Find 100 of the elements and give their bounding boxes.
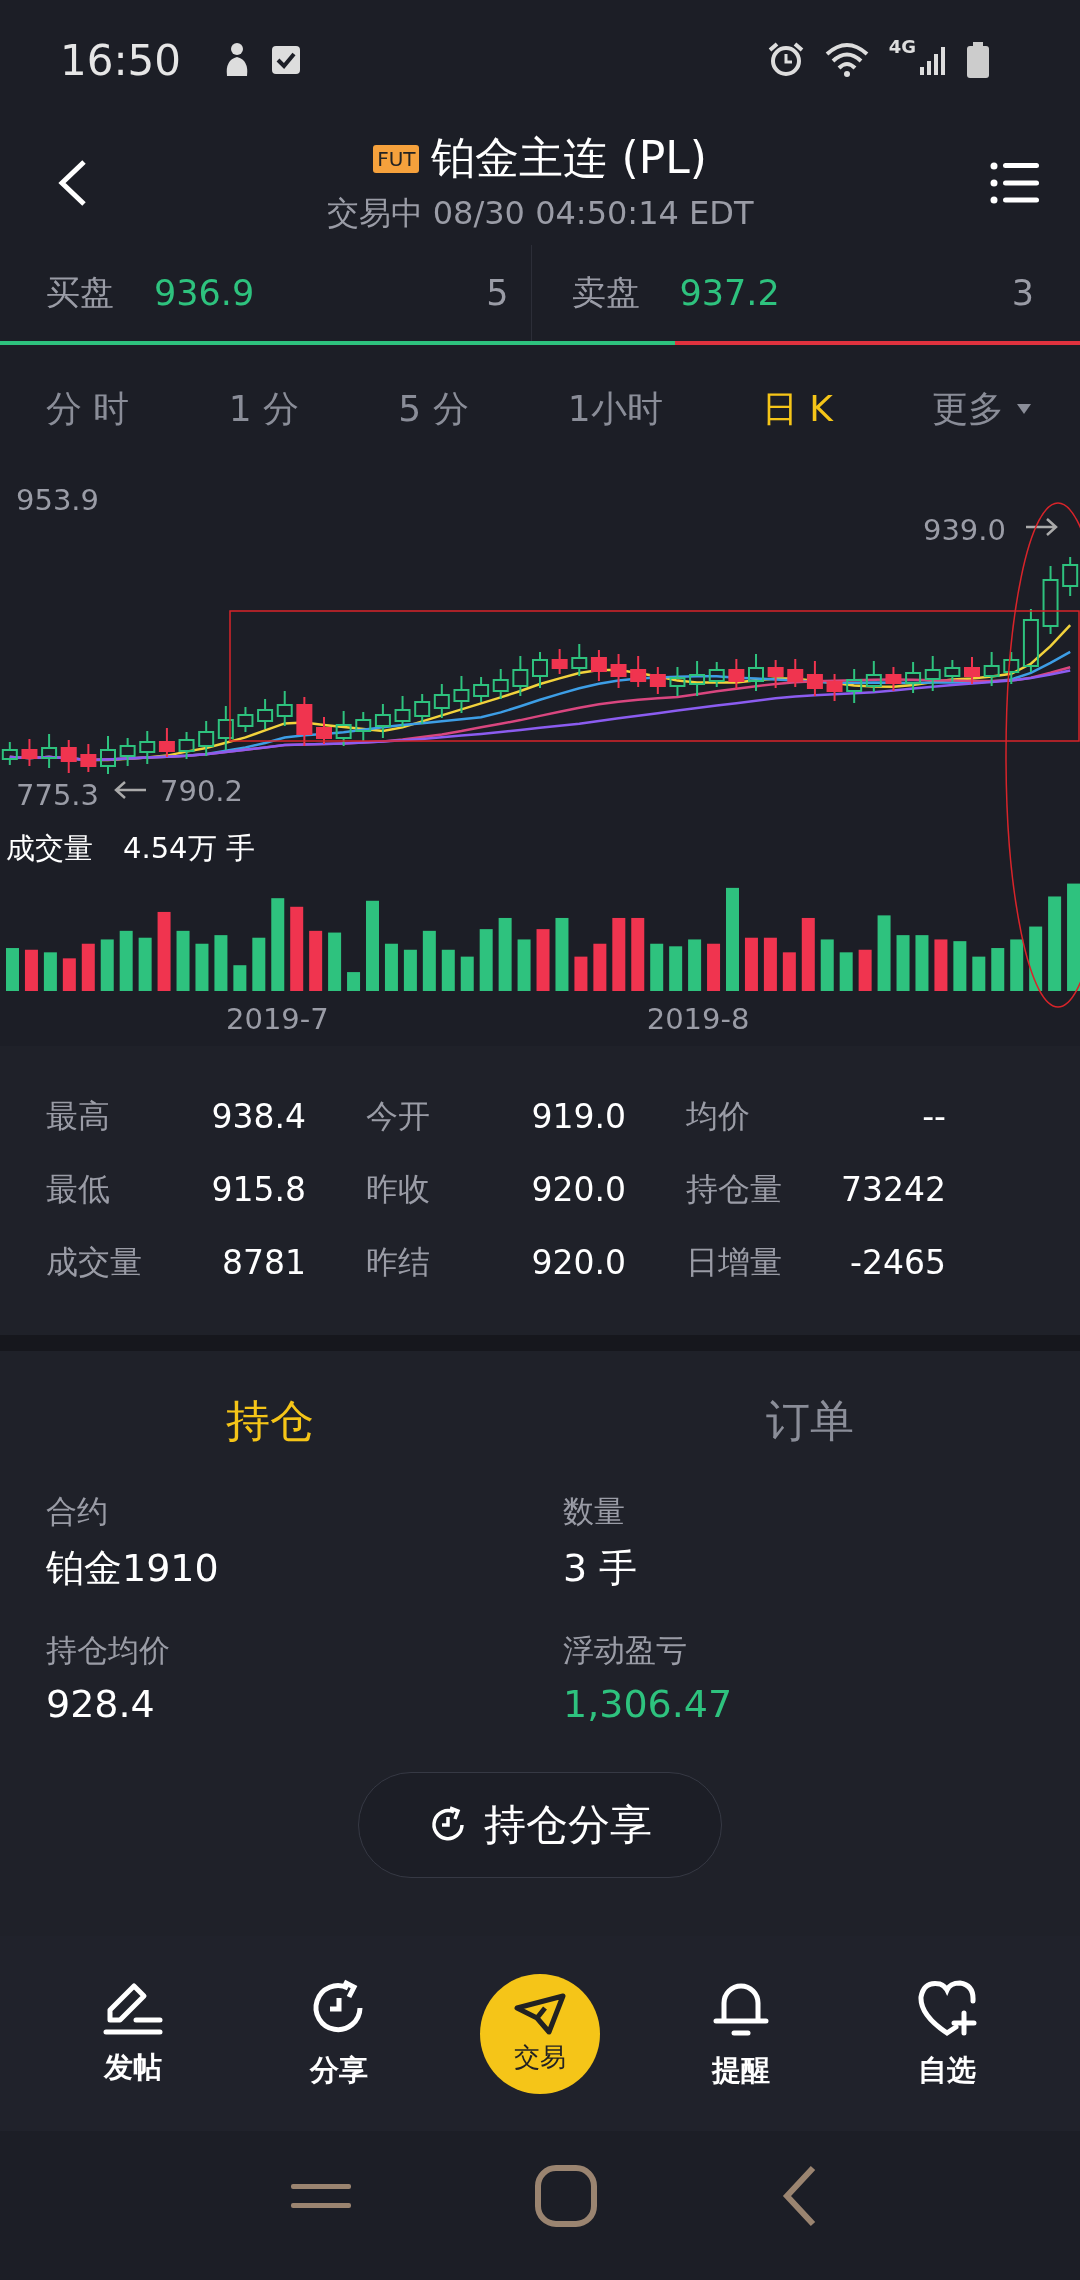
position-tab[interactable]: 订单 <box>540 1351 1080 1491</box>
candle <box>708 661 725 688</box>
period-tab[interactable]: 5 分 <box>380 376 487 442</box>
candle <box>748 653 764 692</box>
quote-label: 买盘 <box>46 271 114 314</box>
arrow-left-icon <box>114 780 146 800</box>
stat-value: 915.8 <box>211 1170 306 1209</box>
checkbox-icon <box>271 44 302 76</box>
volume-bar <box>1029 926 1043 991</box>
volume-bar <box>1010 939 1024 991</box>
candle <box>394 695 411 728</box>
candle <box>119 737 136 767</box>
volume-bar <box>214 935 228 991</box>
candle <box>237 706 254 733</box>
candle <box>571 643 588 677</box>
candle <box>355 711 372 742</box>
signal-icon <box>920 45 946 75</box>
period-tab[interactable]: 更多 <box>914 376 1050 442</box>
volume-bar <box>384 943 398 991</box>
quote-size: 5 <box>486 273 509 313</box>
nav-button[interactable]: 自选 <box>882 1975 1012 2092</box>
candle <box>669 666 686 697</box>
candle <box>649 666 666 695</box>
low-price-label: 775.3 <box>16 778 100 812</box>
candle <box>316 716 332 745</box>
period-tab[interactable]: 1 分 <box>210 376 317 442</box>
date-axis-label: 2019-7 <box>226 1001 329 1036</box>
candle <box>728 658 745 690</box>
period-tab[interactable]: 日 K <box>743 376 851 442</box>
candle <box>512 655 529 697</box>
volume-bar <box>100 939 114 991</box>
volume-bar <box>991 948 1005 991</box>
nav-button[interactable]: 分享 <box>274 1975 404 2092</box>
candle <box>767 659 784 689</box>
candle <box>944 659 961 683</box>
stat-value: 920.0 <box>531 1170 626 1209</box>
trading-status: 交易中 08/30 04:50:14 EDT <box>326 193 754 234</box>
volume-bar <box>517 939 531 991</box>
high-price-label: 953.9 <box>16 483 100 517</box>
volume-bar <box>763 937 777 991</box>
volume-bar <box>252 937 266 991</box>
volume-bar <box>915 935 929 991</box>
candle <box>826 673 843 702</box>
volume-bar <box>953 941 967 991</box>
candle <box>1003 651 1020 685</box>
candle <box>335 710 352 747</box>
candle <box>296 696 313 747</box>
field-label: 持仓均价 <box>46 1631 171 1670</box>
volume-value: 4.54万 手 <box>123 829 255 867</box>
futures-badge: FUT <box>373 144 420 173</box>
menu-icon[interactable] <box>990 160 1040 205</box>
volume-bar <box>24 949 38 991</box>
candle <box>806 660 823 697</box>
volume-bar <box>593 943 607 991</box>
candle <box>178 731 195 760</box>
candle <box>1022 608 1039 673</box>
nav-button[interactable]: 发帖 <box>68 1978 198 2089</box>
recent-apps-icon[interactable] <box>290 2181 353 2211</box>
candle <box>1 741 18 766</box>
field-value: 1,306.47 <box>563 1682 734 1726</box>
stat-label: 今开 <box>366 1095 430 1137</box>
stat-label: 最低 <box>46 1168 110 1210</box>
volume-bar <box>460 956 474 991</box>
position-tab[interactable]: 持仓 <box>0 1351 540 1491</box>
volume-bar <box>6 948 19 991</box>
caret-icon <box>1016 403 1032 415</box>
candle <box>905 661 922 694</box>
paper-plane-icon <box>513 1992 567 2036</box>
candle <box>414 693 431 725</box>
nav-button[interactable]: 提醒 <box>676 1975 806 2092</box>
candle <box>158 727 175 758</box>
stat-label: 昨结 <box>366 1241 430 1283</box>
stat-label: 昨收 <box>366 1168 430 1210</box>
volume-bar <box>820 939 834 991</box>
quote-price: 936.9 <box>154 273 255 313</box>
volume-bar <box>707 943 721 991</box>
candle <box>100 735 116 775</box>
candle <box>630 655 647 688</box>
arrow-right-icon <box>1026 517 1058 537</box>
nav-button[interactable]: 交易 <box>480 1973 600 2094</box>
volume-bar <box>119 930 133 991</box>
candle <box>610 653 627 689</box>
volume-bar <box>536 929 550 991</box>
home-icon[interactable] <box>534 2164 598 2228</box>
period-tab[interactable]: 1小时 <box>549 376 681 442</box>
stat-label: 成交量 <box>46 1241 142 1283</box>
volume-bar <box>233 965 247 991</box>
stat-value: -2465 <box>850 1243 946 1282</box>
candle <box>885 666 902 692</box>
stat-value: 920.0 <box>531 1243 626 1282</box>
candle <box>453 675 470 714</box>
candle <box>551 648 568 675</box>
share-position-button[interactable]: 持仓分享 <box>358 1772 722 1878</box>
candle <box>139 730 156 765</box>
candle <box>689 660 706 697</box>
stat-value: -- <box>922 1097 946 1136</box>
low-marker-label: 790.2 <box>160 774 244 808</box>
volume-bar <box>744 937 758 991</box>
field-label: 数量 <box>563 1492 626 1531</box>
period-tab[interactable]: 分 时 <box>28 376 148 442</box>
